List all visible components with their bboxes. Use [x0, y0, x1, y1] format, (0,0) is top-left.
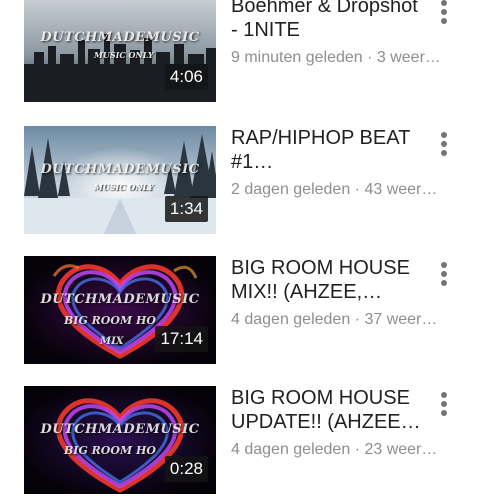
more-vert-icon[interactable]: [430, 130, 458, 160]
more-vert-icon[interactable]: [430, 0, 458, 28]
menu-dot: [441, 401, 447, 407]
more-vert-icon[interactable]: [430, 390, 458, 420]
video-list-item[interactable]: DUTCHMADEMUSIC MUSIC ONLY 4:06 Boehmer &…: [0, 0, 480, 104]
menu-dot: [441, 141, 447, 147]
video-title[interactable]: Boehmer & Dropshot - 1NITE: [231, 0, 427, 42]
duration-badge: 0:28: [164, 456, 208, 482]
video-list-item[interactable]: DUTCHMADEMUSIC MUSIC ONLY 1:34 RAP/HIPHO…: [0, 126, 480, 236]
thumbnail-watermark: DUTCHMADEMUSIC: [40, 292, 200, 307]
thumbnail-watermark-subtitle: BIG ROOM HO: [64, 314, 156, 327]
video-title[interactable]: BIG ROOM HOUSE MIX!! (AHZEE,…: [231, 256, 427, 304]
menu-dot: [441, 18, 447, 24]
thumbnail-watermark: DUTCHMADEMUSIC: [40, 422, 200, 437]
duration-badge: 1:34: [164, 196, 208, 222]
video-meta: 2 dagen geleden · 43 weer…: [231, 181, 438, 198]
menu-dot: [441, 410, 447, 416]
thumbnail-watermark-subtitle: BIG ROOM HO: [64, 444, 156, 457]
menu-dot: [441, 280, 447, 286]
thumbnail-watermark: DUTCHMADEMUSIC: [40, 30, 200, 45]
menu-dot: [441, 150, 447, 156]
video-thumbnail[interactable]: DUTCHMADEMUSIC BIG ROOM HO MIX 17:14: [24, 256, 216, 364]
video-title[interactable]: BIG ROOM HOUSE UPDATE!! (AHZEE…: [231, 386, 427, 434]
menu-dot: [441, 9, 447, 15]
menu-dot: [441, 271, 447, 277]
duration-badge: 4:06: [164, 64, 208, 90]
video-meta: 9 minuten geleden · 3 weer…: [231, 49, 441, 66]
menu-dot: [441, 132, 447, 138]
video-list-item[interactable]: DUTCHMADEMUSIC BIG ROOM HO MIX 17:14 BIG…: [0, 256, 480, 366]
video-list: DUTCHMADEMUSIC MUSIC ONLY 4:06 Boehmer &…: [0, 0, 480, 494]
thumbnail-watermark-subtitle: MUSIC ONLY: [94, 182, 154, 192]
thumbnail-watermark-subtitle: MUSIC ONLY: [94, 50, 154, 60]
video-thumbnail[interactable]: DUTCHMADEMUSIC MUSIC ONLY 4:06: [24, 0, 216, 102]
thumbnail-watermark: DUTCHMADEMUSIC: [40, 162, 200, 177]
thumbnail-watermark-subtitle-2: MIX: [100, 336, 124, 347]
more-vert-icon[interactable]: [430, 260, 458, 290]
menu-dot: [441, 0, 447, 6]
menu-dot: [441, 392, 447, 398]
video-meta: 4 dagen geleden · 23 weer…: [231, 441, 438, 458]
video-title[interactable]: RAP/HIPHOP BEAT #1…: [231, 126, 427, 174]
video-thumbnail[interactable]: DUTCHMADEMUSIC MUSIC ONLY 1:34: [24, 126, 216, 234]
duration-badge: 17:14: [155, 326, 208, 352]
video-thumbnail[interactable]: DUTCHMADEMUSIC BIG ROOM HO 0:28: [24, 386, 216, 494]
menu-dot: [441, 262, 447, 268]
video-meta: 4 dagen geleden · 37 weer…: [231, 311, 438, 328]
